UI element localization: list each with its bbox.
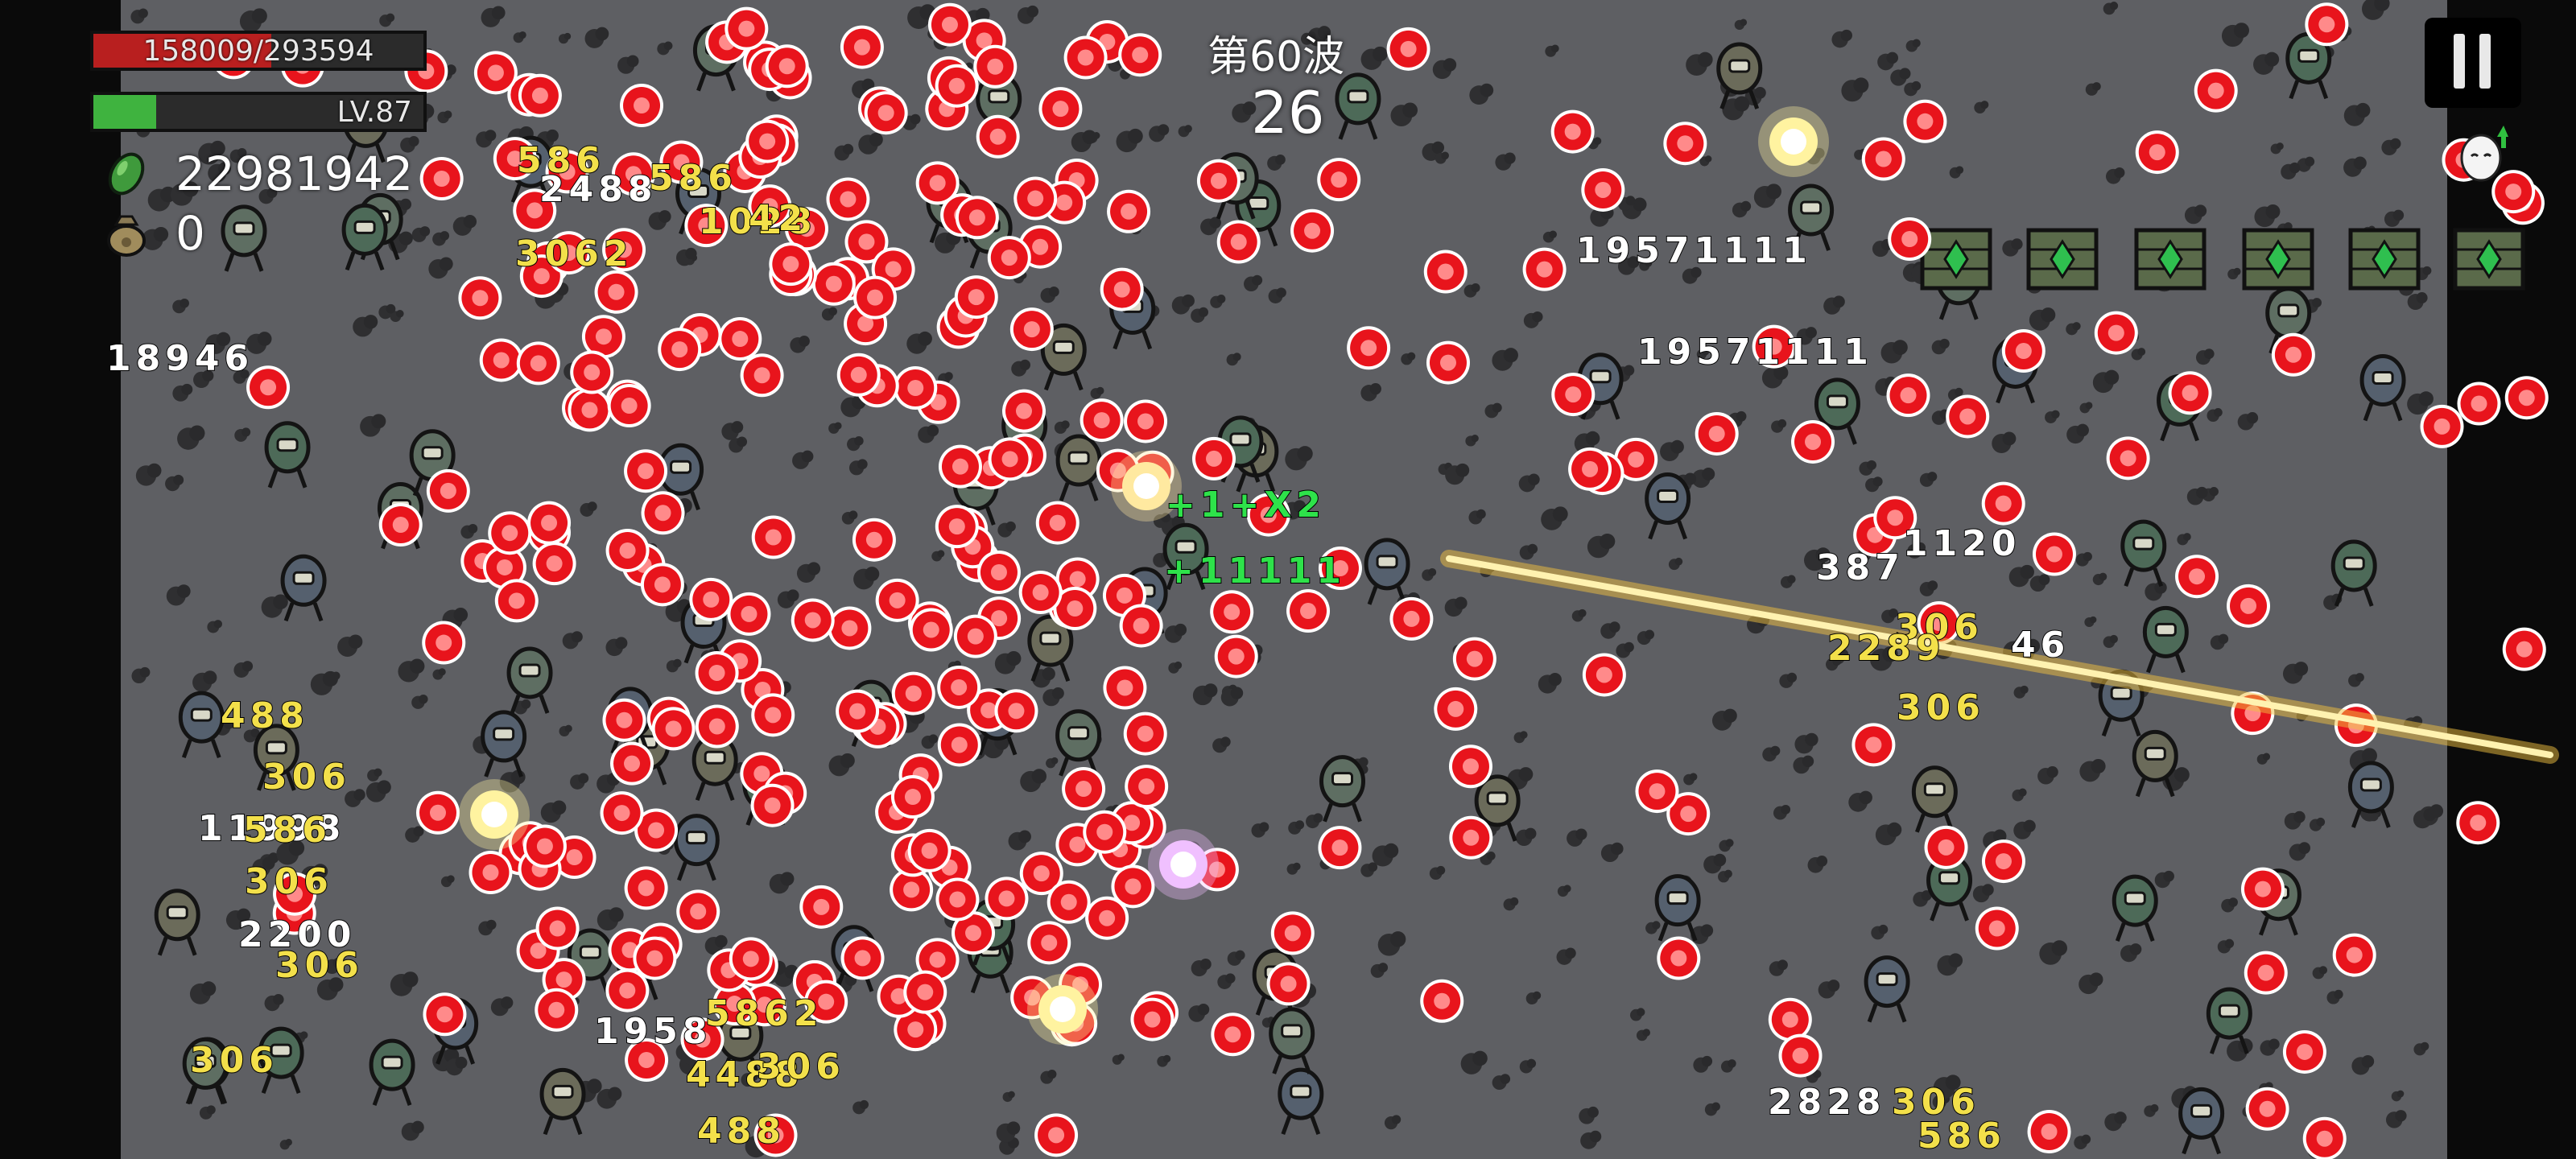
xp-bar: LV.87 — [90, 92, 427, 132]
currency-row: 22981942 — [105, 146, 413, 201]
red-bullet — [2504, 376, 2549, 420]
currency-value: 22981942 — [175, 146, 414, 201]
loot-bag-icon — [107, 215, 146, 257]
egg-character-icon[interactable] — [2455, 121, 2512, 185]
red-bullet — [2502, 627, 2546, 671]
red-bullet — [2456, 801, 2500, 845]
level-text: LV.87 — [336, 95, 412, 129]
hp-bar: 158009/293594 — [90, 31, 427, 71]
wave-timer: 26 — [1251, 79, 1325, 146]
bag-value: 0 — [175, 206, 205, 261]
supply-crate-icon — [2453, 228, 2525, 291]
red-bullet — [2457, 382, 2501, 426]
wave-title: 第60波 — [1208, 33, 1345, 81]
hp-text: 158009/293594 — [142, 34, 374, 68]
green-gem-icon — [108, 152, 145, 196]
bag-row: 0 — [105, 206, 205, 261]
battle-arena[interactable] — [121, 0, 2447, 1159]
pause-button[interactable] — [2425, 18, 2521, 108]
red-bullet — [2500, 181, 2545, 225]
